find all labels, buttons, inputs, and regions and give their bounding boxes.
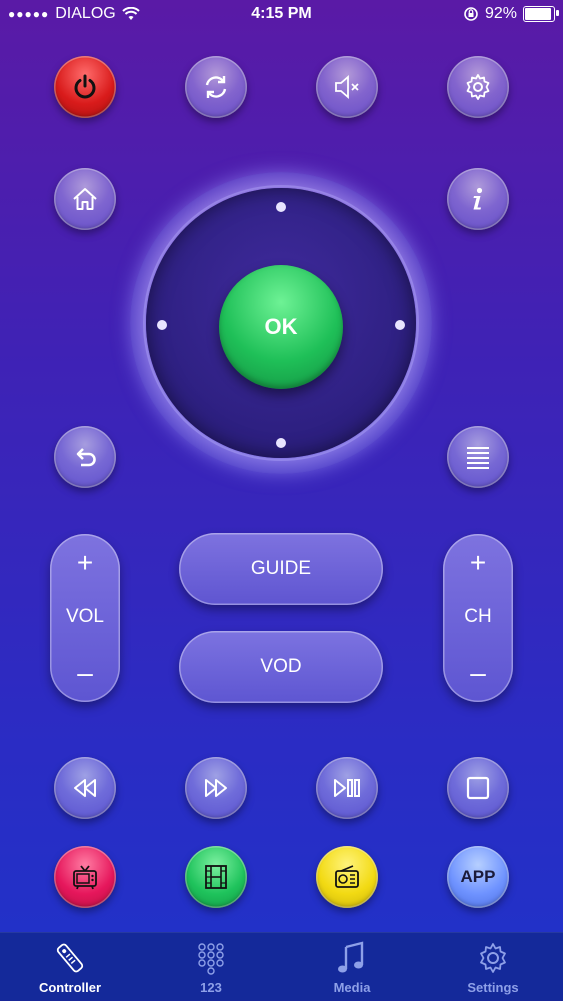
tv-icon bbox=[73, 865, 97, 890]
radio-icon bbox=[335, 865, 359, 888]
menu-button[interactable] bbox=[447, 426, 509, 488]
menu-icon bbox=[467, 447, 489, 469]
settings-button[interactable] bbox=[447, 56, 509, 118]
channel-rocker: + CH – bbox=[443, 534, 513, 702]
tab-controller[interactable]: Controller bbox=[0, 933, 140, 1001]
tab-123[interactable]: 123 bbox=[141, 933, 281, 1001]
battery-fill bbox=[525, 8, 551, 20]
volume-up-button[interactable]: + bbox=[50, 538, 120, 588]
channel-label: CH bbox=[464, 606, 492, 627]
channel-down-button[interactable]: – bbox=[443, 648, 513, 698]
film-button[interactable] bbox=[185, 846, 247, 908]
guide-button[interactable]: GUIDE bbox=[179, 533, 383, 605]
tab-settings[interactable]: Settings bbox=[423, 933, 563, 1001]
tab-settings-label: Settings bbox=[467, 980, 519, 995]
channel-up-button[interactable]: + bbox=[443, 538, 513, 588]
app-button[interactable]: APP bbox=[447, 846, 509, 908]
radio-button[interactable] bbox=[316, 846, 378, 908]
keypad-icon bbox=[198, 943, 224, 975]
app-label: APP bbox=[460, 867, 496, 886]
dpad-up[interactable] bbox=[276, 202, 286, 212]
mute-button[interactable] bbox=[316, 56, 378, 118]
tab-123-label: 123 bbox=[200, 980, 222, 995]
back-button[interactable] bbox=[54, 426, 116, 488]
fast-forward-button[interactable] bbox=[185, 757, 247, 819]
status-bar: ●●●●● DIALOG 4:15 PM 92% bbox=[0, 0, 563, 30]
tab-controller-label: Controller bbox=[38, 980, 102, 995]
gear-icon bbox=[480, 943, 506, 973]
vod-button[interactable]: VOD bbox=[179, 631, 383, 703]
tab-media[interactable]: Media bbox=[282, 933, 422, 1001]
home-button[interactable] bbox=[54, 168, 116, 230]
info-icon bbox=[473, 187, 483, 210]
battery-icon bbox=[523, 6, 559, 22]
tab-bar: Controller 123 Media Settings bbox=[0, 932, 563, 1001]
dpad-left[interactable] bbox=[157, 320, 167, 330]
refresh-button[interactable] bbox=[185, 56, 247, 118]
ok-button[interactable]: OK bbox=[219, 265, 343, 389]
volume-down-button[interactable]: – bbox=[50, 648, 120, 698]
rotation-lock-icon bbox=[464, 7, 478, 21]
dpad-right[interactable] bbox=[395, 320, 405, 330]
stop-button[interactable] bbox=[447, 757, 509, 819]
play-pause-button[interactable] bbox=[316, 757, 378, 819]
dpad-down[interactable] bbox=[276, 438, 286, 448]
battery-group: 92% bbox=[463, 5, 559, 23]
stop-icon bbox=[466, 776, 490, 800]
film-icon bbox=[205, 865, 227, 889]
volume-rocker: + VOL – bbox=[50, 534, 120, 702]
remote-icon bbox=[56, 943, 84, 973]
tab-media-label: Media bbox=[333, 980, 371, 995]
power-icon bbox=[74, 74, 96, 99]
refresh-icon bbox=[205, 76, 227, 98]
battery-percent: 92% bbox=[484, 5, 517, 22]
back-icon bbox=[76, 448, 96, 467]
tv-button[interactable] bbox=[54, 846, 116, 908]
rewind-button[interactable] bbox=[54, 757, 116, 819]
mute-icon bbox=[335, 75, 359, 99]
gear-icon bbox=[466, 74, 490, 100]
power-button[interactable] bbox=[54, 56, 116, 118]
play-pause-icon bbox=[334, 779, 360, 797]
home-icon bbox=[73, 188, 97, 210]
info-button[interactable] bbox=[447, 168, 509, 230]
music-note-icon bbox=[338, 941, 364, 973]
volume-label: VOL bbox=[65, 606, 105, 627]
rewind-icon bbox=[74, 779, 96, 797]
fast-forward-icon bbox=[205, 779, 227, 797]
